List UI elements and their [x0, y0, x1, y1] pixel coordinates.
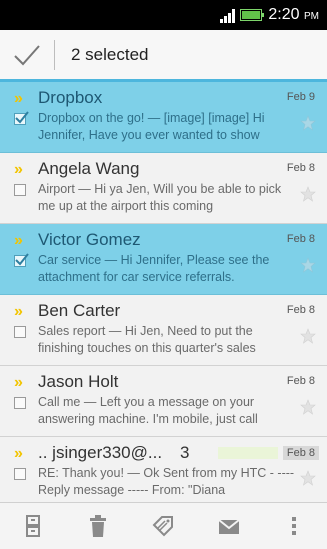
mail-date: Feb 8	[282, 446, 319, 460]
action-bar-divider	[54, 39, 55, 70]
priority-chevron-icon: »	[14, 374, 23, 391]
select-checkbox[interactable]	[14, 253, 29, 267]
star-icon[interactable]	[300, 115, 316, 131]
status-clock: 2:20 PM	[268, 6, 319, 24]
mail-date: Feb 8	[286, 162, 315, 174]
label-icon	[153, 516, 174, 537]
mail-sender: .. jsinger330@... 3	[38, 443, 190, 463]
clock-ampm: PM	[304, 11, 319, 22]
mail-date: Feb 8	[286, 375, 315, 387]
mail-list: » Dropbox Feb 9 Dropbox on the go! — [im…	[0, 82, 327, 508]
mail-item[interactable]: » Jason Holt Feb 8 Call me — Left you a …	[0, 366, 327, 437]
mark-read-icon	[218, 519, 240, 534]
check-icon	[15, 253, 29, 266]
mark-read-button[interactable]	[209, 506, 249, 546]
mail-date: Feb 9	[286, 91, 315, 103]
done-button[interactable]	[0, 29, 54, 81]
archive-icon	[25, 515, 40, 537]
selected-count-label: 2 selected	[71, 44, 149, 64]
status-bar: 2:20 PM	[0, 0, 327, 30]
mail-preview: Call me — Left you a message on your ans…	[38, 395, 258, 426]
mail-item[interactable]: » Angela Wang Feb 8 Airport — Hi ya Jen,…	[0, 153, 327, 224]
star-icon[interactable]	[300, 257, 316, 273]
mail-sender: Dropbox	[38, 88, 103, 107]
star-icon[interactable]	[300, 186, 316, 202]
mail-sender: Victor Gomez	[38, 230, 141, 249]
select-checkbox[interactable]	[14, 184, 26, 196]
check-icon	[14, 44, 40, 65]
delete-icon	[90, 515, 107, 537]
select-checkbox[interactable]	[14, 111, 29, 125]
archive-button[interactable]	[13, 506, 53, 546]
mail-date: Feb 8	[286, 304, 315, 316]
mail-preview: Sales report — Hi Jen, Need to put the f…	[38, 324, 256, 355]
select-checkbox[interactable]	[14, 468, 26, 480]
select-checkbox[interactable]	[14, 326, 26, 338]
priority-chevron-icon: »	[14, 303, 23, 320]
mail-item[interactable]: » Victor Gomez Feb 8 Car service — Hi Je…	[0, 224, 327, 295]
mail-preview: Dropbox on the go! — [image] [image] Hi …	[38, 111, 265, 142]
delete-button[interactable]	[78, 506, 118, 546]
mail-item[interactable]: » Ben Carter Feb 8 Sales report — Hi Jen…	[0, 295, 327, 366]
mail-preview: RE: Thank you! — Ok Sent from my HTC - -…	[38, 466, 295, 497]
priority-chevron-icon: »	[14, 90, 23, 107]
check-icon	[15, 111, 29, 124]
selection-action-bar: 2 selected	[0, 30, 327, 82]
mail-preview: Airport — Hi ya Jen, Will you be able to…	[38, 182, 282, 213]
star-icon[interactable]	[300, 399, 316, 415]
priority-chevron-icon: »	[14, 161, 23, 178]
mail-date: Feb 8	[286, 233, 315, 245]
unread-highlight	[218, 447, 278, 459]
clock-time: 2:20	[268, 6, 300, 23]
label-button[interactable]	[143, 506, 183, 546]
mail-sender-name: .. jsinger330@...	[38, 443, 163, 462]
priority-chevron-icon: »	[14, 232, 23, 249]
mail-preview: Car service — Hi Jennifer, Please see th…	[38, 253, 270, 284]
mail-sender: Ben Carter	[38, 301, 121, 320]
star-icon[interactable]	[300, 470, 316, 486]
mail-item[interactable]: » Dropbox Feb 9 Dropbox on the go! — [im…	[0, 82, 327, 153]
mail-item[interactable]: » .. jsinger330@... 3 Feb 8 RE: Thank you…	[0, 437, 327, 508]
mail-sender: Jason Holt	[38, 372, 119, 391]
star-icon[interactable]	[300, 328, 316, 344]
select-checkbox[interactable]	[14, 397, 26, 409]
overflow-menu-button[interactable]	[274, 506, 314, 546]
signal-icon	[220, 7, 236, 23]
battery-icon	[240, 9, 265, 21]
thread-count: 3	[180, 443, 190, 462]
mail-sender: Angela Wang	[38, 159, 140, 178]
bottom-toolbar	[0, 502, 327, 549]
overflow-menu-icon	[292, 517, 297, 535]
priority-chevron-icon: »	[14, 445, 23, 462]
